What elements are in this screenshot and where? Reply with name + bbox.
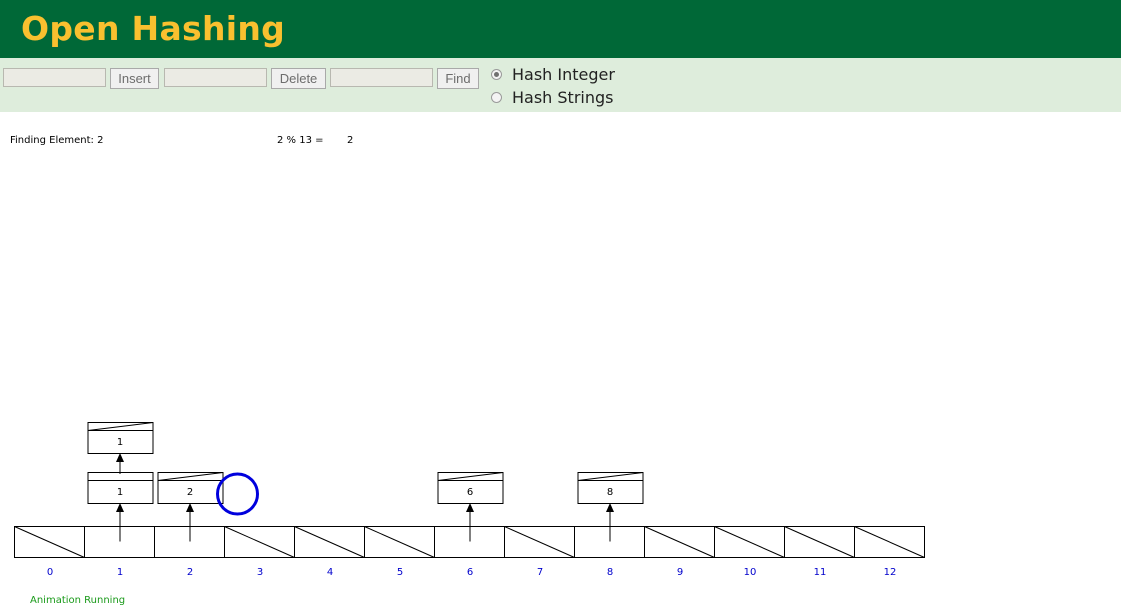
control-toolbar: Insert Delete Find Hash Integer Hash Str… — [0, 58, 1121, 112]
find-input[interactable] — [330, 68, 433, 87]
chain-pointer-head — [466, 503, 474, 512]
app-header: Open Hashing — [0, 0, 1121, 58]
chain-pointer-head — [116, 453, 124, 462]
hash-integer-label: Hash Integer — [512, 64, 615, 84]
slot-index-label: 9 — [677, 567, 683, 578]
hash-integer-radio[interactable] — [491, 68, 502, 80]
delete-button[interactable]: Delete — [271, 68, 326, 89]
slot-index-label: 4 — [327, 567, 333, 578]
slot-index-label: 6 — [467, 567, 473, 578]
slot-index-label: 7 — [537, 567, 543, 578]
slot-index-label: 2 — [187, 567, 193, 578]
hash-integer-option[interactable]: Hash Integer — [491, 64, 615, 84]
slot-index-label: 5 — [397, 567, 403, 578]
node-value: 8 — [607, 487, 613, 498]
slot-index-label: 1 — [117, 567, 123, 578]
node-value: 1 — [117, 437, 123, 448]
find-button[interactable]: Find — [437, 68, 479, 89]
insert-button[interactable]: Insert — [110, 68, 159, 89]
slot-index-label: 0 — [47, 567, 53, 578]
chain-pointer-head — [116, 503, 124, 512]
insert-input[interactable] — [3, 68, 106, 87]
status-text: Animation Running — [30, 595, 126, 606]
slot-index-label: 12 — [884, 567, 897, 578]
node-value: 2 — [187, 487, 193, 498]
hash-table-canvas: 0 1 2 3 4 5 6 7 8 9 10 11 12112 6 8 — [14, 422, 925, 578]
page-title: Open Hashing — [21, 9, 286, 48]
hash-strings-label: Hash Strings — [512, 87, 614, 107]
chain-pointer-head — [606, 503, 614, 512]
hash-strings-option[interactable]: Hash Strings — [491, 87, 613, 107]
slot-index-label: 8 — [607, 567, 613, 578]
hash-strings-radio[interactable] — [491, 91, 502, 103]
node-value: 6 — [467, 487, 473, 498]
slot-index-label: 11 — [814, 567, 827, 578]
slot-index-label: 3 — [257, 567, 263, 578]
delete-input[interactable] — [164, 68, 267, 87]
slot-index-label: 10 — [744, 567, 757, 578]
chain-pointer-head — [186, 503, 194, 512]
node-value: 1 — [117, 487, 123, 498]
